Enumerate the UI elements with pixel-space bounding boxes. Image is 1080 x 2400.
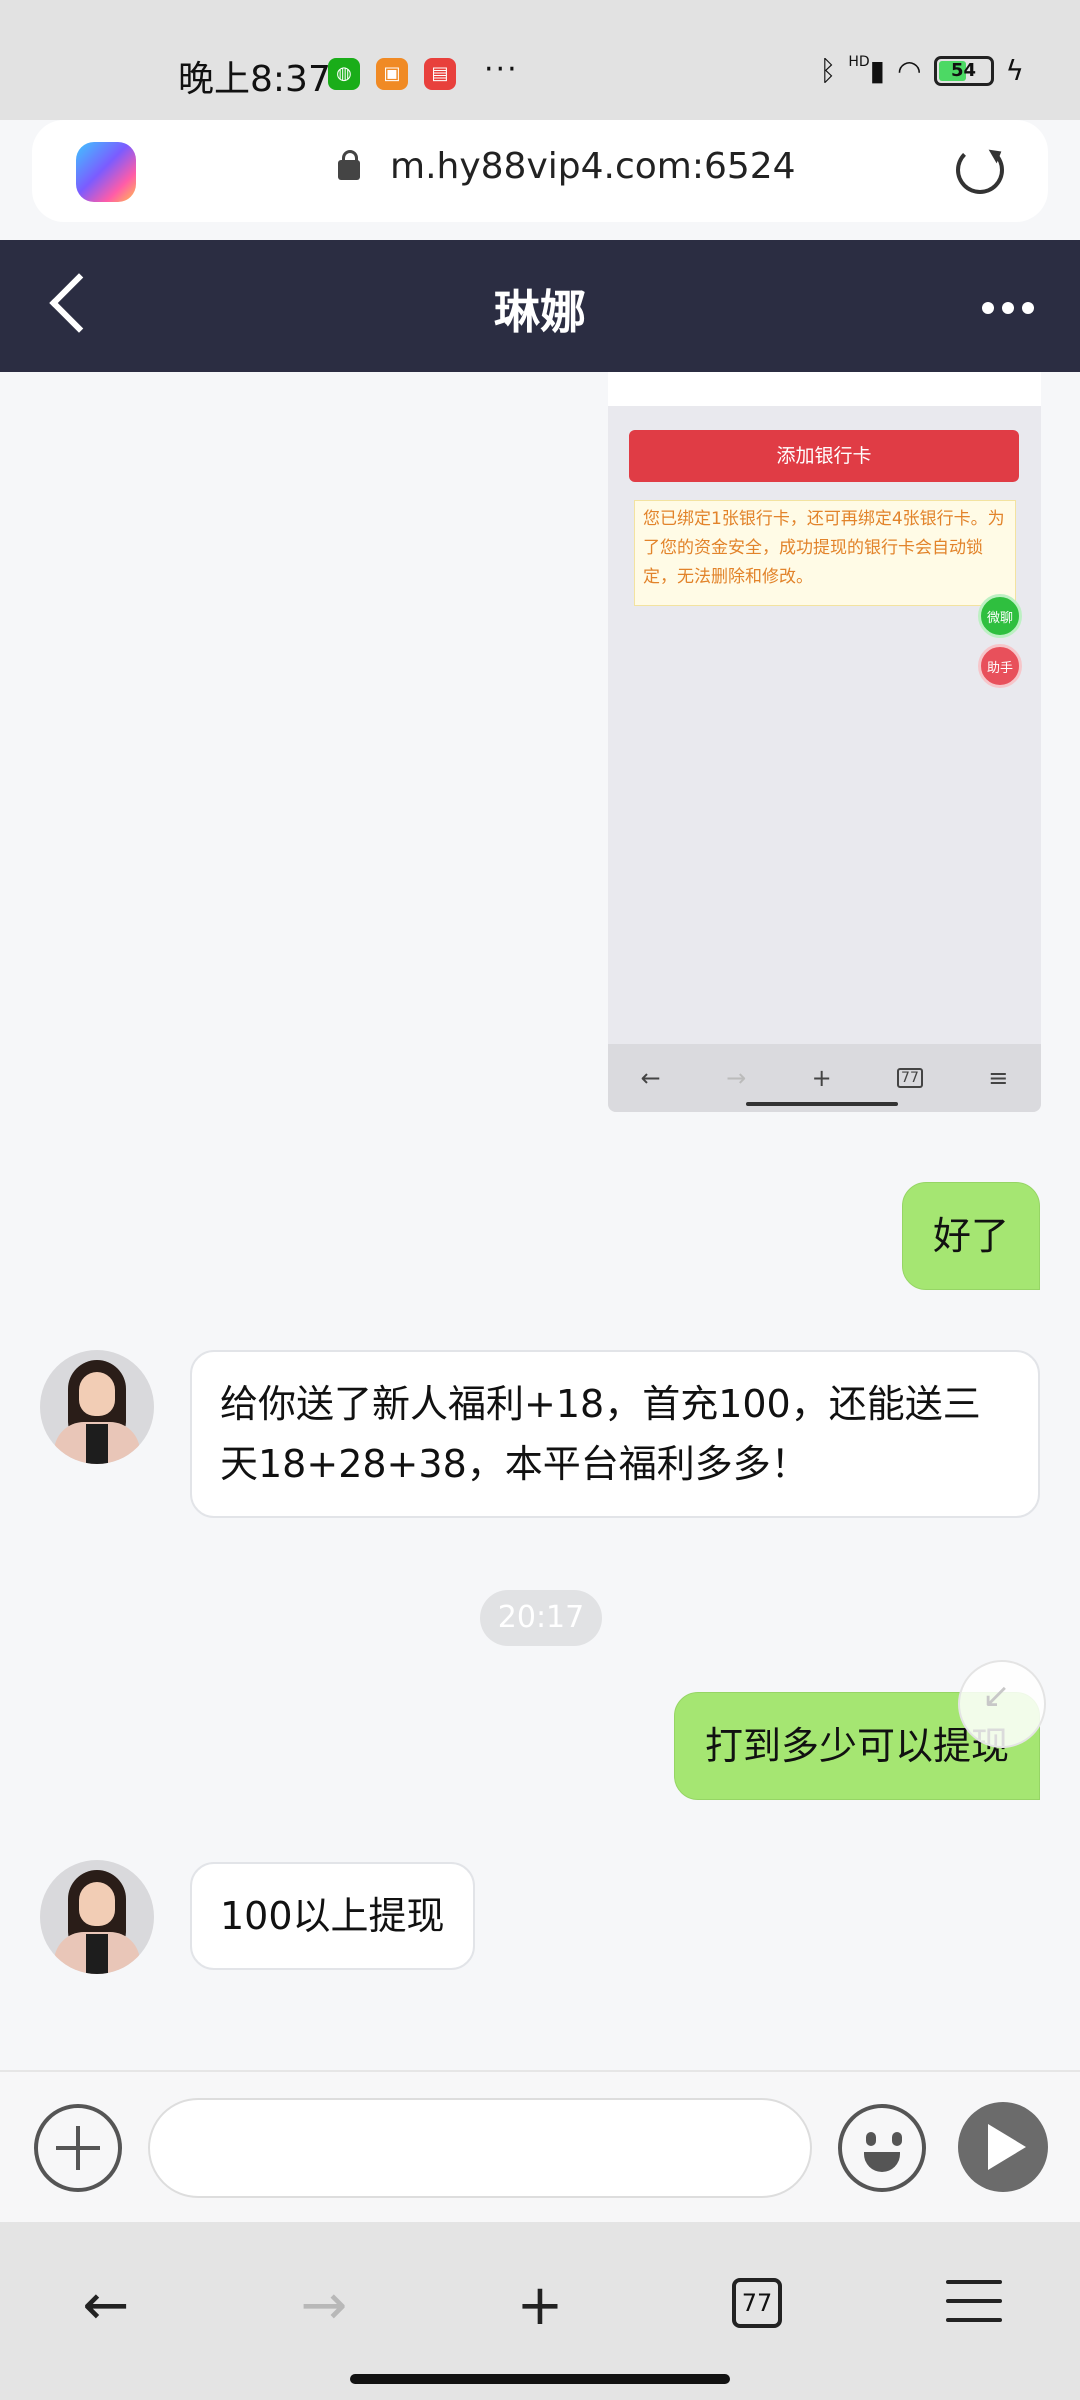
wifi-icon: ◠ (897, 54, 922, 87)
reload-icon[interactable] (956, 146, 1004, 194)
charging-icon: ϟ (1005, 54, 1024, 87)
status-time: 晚上8:37 (178, 59, 331, 100)
message-input-bar (0, 2070, 1080, 2222)
screenshot-top-area (608, 372, 1041, 406)
bank-card-notice: 您已绑定1张银行卡，还可再绑定4张银行卡。为了您的资金安全，成功提现的银行卡会自… (634, 500, 1016, 606)
status-icons: ᛒ HD▮ ◠ 54 ϟ (820, 54, 1024, 87)
forward-arrow-icon: → (726, 1064, 747, 1092)
app-notification-icon: ▣ (376, 58, 408, 90)
send-button[interactable] (958, 2102, 1048, 2192)
battery-icon: 54 (933, 55, 994, 86)
lock-icon[interactable] (338, 150, 360, 180)
contact-message-bubble[interactable]: 给你送了新人福利+18，首充100，还能送三天18+28+38，本平台福利多多！ (190, 1350, 1040, 1518)
contact-avatar-2[interactable] (40, 1860, 154, 1974)
message-input[interactable] (148, 2098, 812, 2198)
new-tab-icon[interactable]: + (500, 2266, 580, 2346)
contact-message-bubble-2[interactable]: 100以上提现 (190, 1862, 475, 1970)
plus-icon: + (811, 1064, 832, 1092)
wechat-icon: ◍ (328, 58, 360, 90)
chat-title: 琳娜 (494, 285, 586, 339)
tabs-count-button[interactable]: 77 (732, 2278, 782, 2328)
browser-menu-icon[interactable] (946, 2280, 1002, 2337)
signal-icon: HD▮ (848, 54, 886, 87)
add-bank-card-button: 添加银行卡 (629, 430, 1019, 482)
contact-avatar[interactable] (40, 1350, 154, 1464)
chat-header: 琳娜 (0, 240, 1080, 372)
app-notification-icon-2: ▤ (424, 58, 456, 90)
url-text[interactable]: m.hy88vip4.com:6524 (390, 146, 796, 187)
home-indicator (350, 2374, 730, 2384)
browser-forward-icon[interactable]: → (284, 2266, 364, 2346)
menu-icon: ≡ (988, 1064, 1009, 1092)
emoji-icon[interactable] (838, 2104, 926, 2192)
my-message-bubble[interactable]: 好了 (901, 1182, 1040, 1290)
tabs-icon: 77 (897, 1068, 923, 1088)
bluetooth-icon: ᛒ (819, 54, 837, 87)
minimize-float-icon[interactable] (958, 1660, 1046, 1748)
browser-logo-icon[interactable] (76, 142, 136, 202)
add-attachment-button[interactable] (34, 2104, 122, 2192)
chat-float-badge: 微聊 (978, 594, 1022, 638)
message-timestamp: 20:17 (480, 1590, 602, 1646)
assistant-float-badge: 助手 (978, 644, 1022, 688)
browser-back-icon[interactable]: ← (66, 2266, 146, 2346)
back-arrow-icon: ← (640, 1064, 661, 1092)
screenshot-home-handle (746, 1102, 898, 1106)
address-bar[interactable]: m.hy88vip4.com:6524 (32, 120, 1048, 222)
status-bar: 晚上8:37 ◍ ▣ ▤ ··· ᛒ HD▮ ◠ 54 ϟ (0, 0, 1080, 120)
more-notifications-icon: ··· (484, 52, 519, 87)
image-message[interactable]: 添加银行卡 您已绑定1张银行卡，还可再绑定4张银行卡。为了您的资金安全，成功提现… (608, 372, 1041, 1112)
more-options-icon[interactable] (982, 302, 1034, 314)
